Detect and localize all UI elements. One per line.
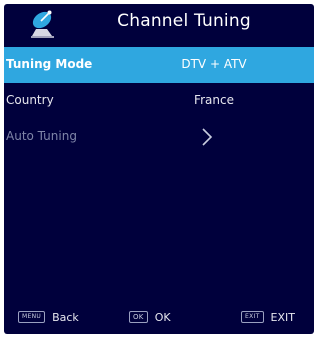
menu-item-label: Tuning Mode xyxy=(6,57,93,71)
channel-tuning-panel: Channel Tuning Tuning Mode DTV + ATV Cou… xyxy=(4,4,314,334)
menu-item-label: Country xyxy=(6,93,54,107)
ok-label: OK xyxy=(154,310,171,324)
menu-item-value: DTV + ATV xyxy=(181,57,247,71)
exit-key-badge: EXIT xyxy=(241,311,264,323)
page-title: Channel Tuning xyxy=(117,11,251,31)
exit-hint[interactable]: EXIT EXIT xyxy=(241,307,295,327)
chevron-right-icon xyxy=(200,127,214,147)
exit-label: EXIT xyxy=(270,310,295,324)
back-label: Back xyxy=(52,310,79,324)
menu-item-country[interactable]: Country France xyxy=(4,83,314,119)
ok-key-badge: OK xyxy=(129,311,148,323)
footer-hints: MENU Back OK OK EXIT EXIT xyxy=(4,307,314,327)
menu-item-tuning-mode[interactable]: Tuning Mode DTV + ATV xyxy=(4,47,314,83)
menu-item-label: Auto Tuning xyxy=(6,129,77,143)
menu-item-auto-tuning[interactable]: Auto Tuning xyxy=(4,119,314,155)
menu-item-value: France xyxy=(194,93,234,107)
header: Channel Tuning xyxy=(4,4,314,42)
ok-hint[interactable]: OK OK xyxy=(129,307,171,327)
menu-key-badge: MENU xyxy=(18,311,46,323)
back-hint[interactable]: MENU Back xyxy=(18,307,79,327)
